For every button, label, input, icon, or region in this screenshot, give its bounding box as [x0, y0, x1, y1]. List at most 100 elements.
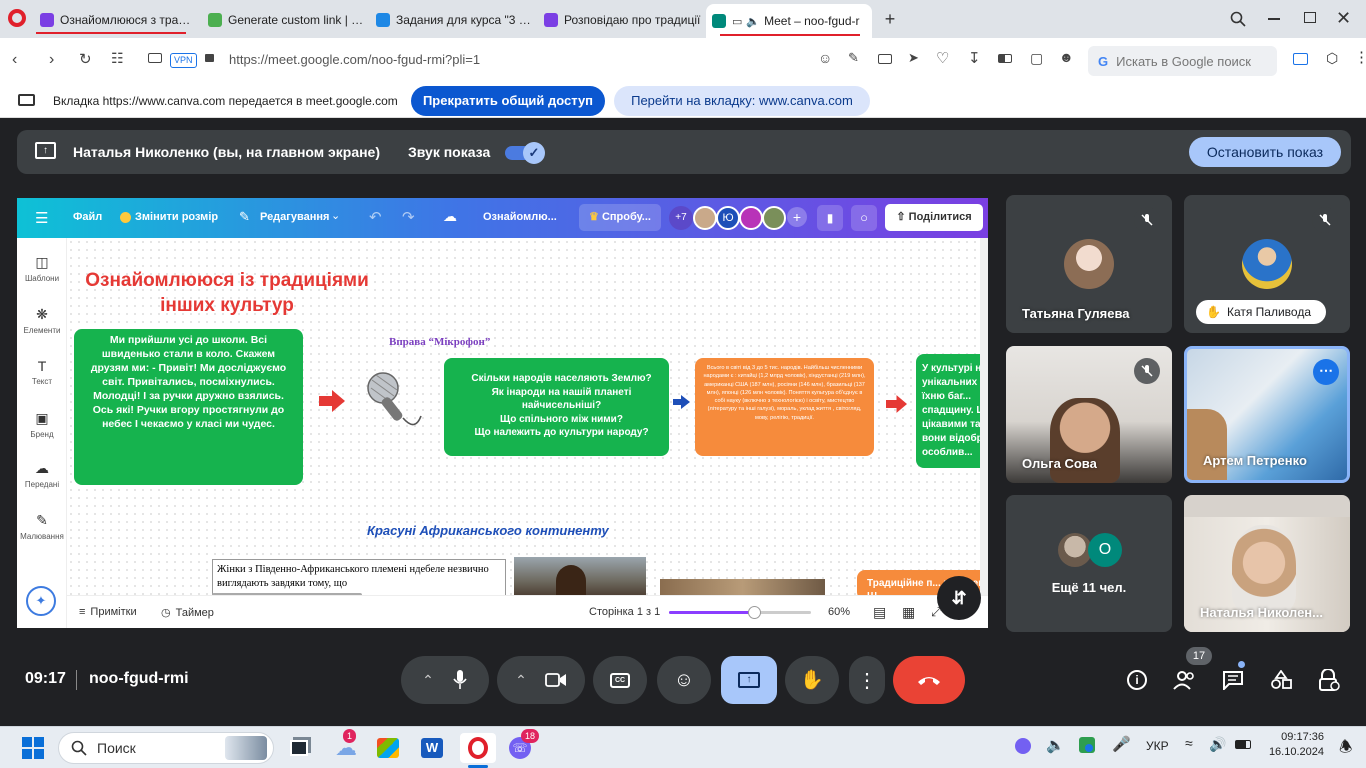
chevron-up-icon[interactable]: ⌃: [515, 672, 527, 689]
zoom-level[interactable]: 60%: [828, 606, 850, 618]
network-tray-icon[interactable]: [1085, 744, 1093, 752]
browser-tab-active[interactable]: ▭ 🔈 Meet – noo-fgud-r: [706, 4, 872, 38]
undo-icon[interactable]: ↶: [369, 208, 382, 226]
hamburger-icon[interactable]: ☰: [35, 209, 48, 227]
menu-resize[interactable]: Змінити розмір: [135, 211, 218, 223]
sidebar-item-text[interactable]: T Текст: [17, 358, 67, 386]
redo-icon[interactable]: ↷: [402, 208, 415, 226]
sidebar-item-draw[interactable]: ✎ Малювання: [17, 512, 67, 541]
activities-icon[interactable]: [1267, 666, 1295, 694]
speed-dial-icon[interactable]: ☷: [111, 50, 124, 67]
taskbar-search[interactable]: Поиск: [58, 732, 274, 764]
canva-scroll-track[interactable]: [980, 238, 988, 595]
participant-tile-active[interactable]: ⋯ Артем Петренко: [1184, 346, 1350, 483]
sidebar-toggle-icon[interactable]: [1293, 53, 1308, 65]
notification-bell-icon[interactable]: 🕭: [1339, 737, 1352, 762]
battery-saver-icon[interactable]: [998, 54, 1012, 63]
word-icon[interactable]: W: [417, 733, 447, 763]
raise-hand-button[interactable]: ✋: [785, 656, 839, 704]
lock-icon[interactable]: [205, 54, 214, 62]
language-indicator[interactable]: УКР: [1146, 739, 1169, 753]
meeting-info-icon[interactable]: i: [1123, 666, 1151, 694]
windows-start-icon[interactable]: [18, 733, 48, 763]
viber-tray-icon[interactable]: [1015, 738, 1031, 754]
browser-tab[interactable]: Розповідаю про традиції: [540, 5, 702, 34]
snapshot-icon[interactable]: [148, 53, 162, 63]
cube-icon[interactable]: ⬡: [1326, 50, 1338, 67]
microphone-icon[interactable]: [452, 669, 468, 691]
new-tab-button[interactable]: +: [880, 9, 900, 29]
participant-tile[interactable]: ✋ Катя Паливода: [1184, 195, 1350, 333]
chat-icon[interactable]: [1219, 666, 1247, 694]
tab-audio-icon[interactable]: ▭: [732, 15, 742, 28]
sidebar-item-templates[interactable]: ◫ Шаблони: [17, 254, 67, 283]
minimize-button[interactable]: [1268, 18, 1280, 20]
back-icon[interactable]: ‹: [12, 51, 17, 69]
captions-button[interactable]: CC: [593, 656, 647, 704]
browser-tab[interactable]: Задания для курса "3 кла: [372, 5, 534, 34]
opera-taskbar-icon[interactable]: [460, 733, 496, 763]
more-participants-tile[interactable]: О Ещё 11 чел.: [1006, 495, 1172, 632]
participant-tile[interactable]: Ольга Сова: [1006, 346, 1172, 483]
search-tabs-icon[interactable]: [1230, 11, 1246, 27]
avatar[interactable]: Ю: [716, 206, 740, 230]
send-icon[interactable]: ➤: [908, 50, 919, 66]
people-icon[interactable]: [1171, 666, 1199, 694]
self-view-tile[interactable]: Наталья Николен...: [1184, 495, 1350, 632]
emoji-icon[interactable]: ☺: [818, 50, 832, 66]
reactions-button[interactable]: ☺: [657, 656, 711, 704]
volume-icon[interactable]: 🔊: [1209, 736, 1226, 753]
sidebar-item-brand[interactable]: ▣ Бренд: [17, 410, 67, 439]
reload-icon[interactable]: ↻: [79, 50, 92, 68]
battery-icon[interactable]: [1235, 740, 1251, 749]
notes-button[interactable]: ≡ Примітки: [79, 606, 137, 618]
wifi-icon[interactable]: ≈: [1185, 735, 1193, 751]
restore-button[interactable]: [1304, 12, 1316, 23]
sidebar-item-elements[interactable]: ❋ Елементи: [17, 306, 67, 335]
menu-file[interactable]: Файл: [73, 211, 102, 223]
close-window-button[interactable]: ✕: [1336, 8, 1351, 29]
swap-tiles-button[interactable]: ⇵: [937, 576, 981, 620]
avatar[interactable]: [762, 206, 786, 230]
stop-share-button[interactable]: Прекратить общий доступ: [411, 86, 605, 116]
goto-tab-button[interactable]: Перейти на вкладку: www.canva.com: [614, 86, 870, 116]
profile-icon[interactable]: ☻: [1059, 49, 1074, 65]
add-collaborator-button[interactable]: +: [787, 207, 807, 227]
edit-icon[interactable]: ✎: [848, 50, 859, 66]
zoom-slider[interactable]: [669, 606, 811, 619]
speaker-icon[interactable]: 🔈: [746, 15, 760, 28]
sidebar-item-uploads[interactable]: ☁ Передані: [17, 460, 67, 489]
comment-icon[interactable]: ○: [851, 205, 877, 231]
browser-tab[interactable]: Generate custom link | Liv: [204, 5, 366, 34]
speaker-tray-icon[interactable]: 🔈: [1046, 736, 1065, 754]
leave-call-button[interactable]: [893, 656, 965, 704]
grid-view-icon[interactable]: ▦: [902, 604, 915, 621]
audio-toggle[interactable]: ✓: [505, 142, 545, 164]
more-options-button[interactable]: ⋯: [1313, 359, 1339, 385]
try-pro-button[interactable]: ♛ Спробу...: [579, 204, 661, 231]
participant-tile[interactable]: Татьяна Гуляева: [1006, 195, 1172, 333]
zoom-slider-handle[interactable]: [748, 606, 762, 619]
share-button[interactable]: ⇧ Поділитися: [885, 204, 983, 231]
microphone-tray-icon[interactable]: 🎤: [1112, 735, 1131, 753]
stop-presenting-button[interactable]: Остановить показ: [1189, 137, 1341, 167]
camera-icon[interactable]: [878, 54, 892, 64]
browser-tab[interactable]: Ознайомлююся з традиц: [36, 5, 198, 34]
avatar[interactable]: [693, 206, 717, 230]
vpn-badge[interactable]: VPN: [170, 53, 197, 68]
task-view-icon[interactable]: [284, 733, 314, 763]
menu-dots-icon[interactable]: ⋮: [1354, 48, 1366, 66]
camera-icon[interactable]: [544, 672, 567, 688]
menu-edit[interactable]: Редагування: [260, 211, 329, 223]
opera-logo-icon[interactable]: [8, 9, 26, 27]
magic-assistant-button[interactable]: ✦: [26, 586, 56, 616]
more-options-button[interactable]: ⋮: [849, 656, 885, 704]
present-button[interactable]: ↑: [721, 656, 777, 704]
extensions-icon[interactable]: ▢: [1030, 50, 1043, 67]
forward-icon[interactable]: ›: [49, 51, 54, 69]
url-field[interactable]: https://meet.google.com/noo-fgud-rmi?pli…: [229, 52, 480, 67]
doc-title[interactable]: Ознайомлю...: [483, 211, 557, 223]
download-icon[interactable]: ↧: [968, 49, 981, 67]
host-controls-icon[interactable]: [1315, 666, 1343, 694]
chevron-up-icon[interactable]: ⌃: [422, 672, 434, 689]
